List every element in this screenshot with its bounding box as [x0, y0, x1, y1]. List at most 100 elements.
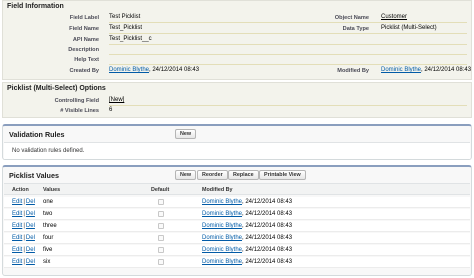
- created-by-date: , 24/12/2014 08:43: [149, 67, 200, 73]
- object-name-link[interactable]: Customer: [381, 14, 407, 20]
- modified-by-cell: Dominic Blythe, 24/12/2014 08:43: [202, 247, 292, 253]
- modified-date: , 24/12/2014 08:43: [242, 199, 293, 205]
- field-label-value: Test Picklist: [109, 14, 141, 20]
- del-link[interactable]: Del: [26, 259, 35, 265]
- table-row: Edit|Del two Dominic Blythe, 24/12/2014 …: [4, 209, 470, 220]
- modified-by-cell: Dominic Blythe, 24/12/2014 08:43: [202, 235, 292, 241]
- field-name-value: Test_Picklist: [109, 25, 143, 31]
- modified-by-date: , 24/12/2014 08:43: [421, 67, 472, 73]
- description-label: Description: [68, 47, 99, 53]
- edit-link[interactable]: Edit: [12, 211, 22, 217]
- field-information-section: Field Information Field Label Test Pickl…: [2, 0, 472, 80]
- modified-by-value: Dominic Blythe, 24/12/2014 08:43: [381, 67, 471, 73]
- del-link[interactable]: Del: [26, 247, 35, 253]
- field-label-label: Field Label: [69, 15, 99, 21]
- edit-link[interactable]: Edit: [12, 235, 22, 241]
- modified-by-cell: Dominic Blythe, 24/12/2014 08:43: [202, 223, 292, 229]
- modified-by-user-link[interactable]: Dominic Blythe: [202, 211, 242, 217]
- edit-link[interactable]: Edit: [12, 247, 22, 253]
- edit-link[interactable]: Edit: [12, 199, 22, 205]
- modified-by-user-link[interactable]: Dominic Blythe: [202, 223, 242, 229]
- modified-by-cell: Dominic Blythe, 24/12/2014 08:43: [202, 259, 292, 265]
- new-value-button[interactable]: New: [175, 170, 197, 180]
- del-link[interactable]: Del: [26, 199, 35, 205]
- object-name-label: Object Name: [334, 15, 369, 21]
- picklist-options-title: Picklist (Multi-Select) Options: [7, 85, 106, 92]
- row-actions: Edit|Del: [12, 259, 35, 265]
- created-by-label: Created By: [69, 68, 99, 74]
- modified-by-user-link[interactable]: Dominic Blythe: [202, 259, 242, 265]
- created-by-user-link[interactable]: Dominic Blythe: [109, 67, 149, 73]
- replace-button[interactable]: Replace: [228, 170, 259, 180]
- row-actions: Edit|Del: [12, 235, 35, 241]
- modified-date: , 24/12/2014 08:43: [242, 259, 293, 265]
- default-checkbox: [158, 259, 164, 265]
- default-checkbox: [158, 235, 164, 241]
- controlling-field-new-link[interactable]: [New]: [109, 97, 124, 103]
- row-actions: Edit|Del: [12, 223, 35, 229]
- modified-by-cell: Dominic Blythe, 24/12/2014 08:43: [202, 211, 292, 217]
- column-header-values: Values: [43, 187, 61, 193]
- picklist-options-section: Picklist (Multi-Select) Options Controll…: [2, 82, 472, 118]
- modified-by-user-link[interactable]: Dominic Blythe: [202, 235, 242, 241]
- edit-link[interactable]: Edit: [12, 259, 22, 265]
- del-link[interactable]: Del: [26, 223, 35, 229]
- column-header-action: Action: [12, 187, 29, 193]
- row-divider: [109, 44, 467, 45]
- modified-date: , 24/12/2014 08:43: [242, 211, 293, 217]
- del-link[interactable]: Del: [26, 211, 35, 217]
- value-cell: one: [43, 199, 54, 205]
- column-header-default: Default: [151, 187, 170, 193]
- help-text-label: Help Text: [74, 57, 99, 63]
- table-row: Edit|Del five Dominic Blythe, 24/12/2014…: [4, 245, 470, 256]
- validation-rules-list: Validation Rules New No validation rules…: [2, 124, 472, 160]
- table-header: Action Values Default Modified By: [4, 183, 470, 195]
- printable-view-button[interactable]: Printable View: [259, 170, 306, 180]
- created-by-value: Dominic Blythe, 24/12/2014 08:43: [109, 67, 199, 73]
- picklist-values-title: Picklist Values: [9, 171, 59, 180]
- picklist-values-list: Picklist Values New Reorder Replace Prin…: [2, 165, 472, 276]
- row-divider: [109, 22, 467, 23]
- row-divider: [109, 54, 467, 55]
- controlling-field-label: Controlling Field: [54, 98, 99, 104]
- row-actions: Edit|Del: [12, 247, 35, 253]
- modified-by-user-link[interactable]: Dominic Blythe: [202, 199, 242, 205]
- value-cell: five: [43, 247, 53, 253]
- modified-by-user-link[interactable]: Dominic Blythe: [202, 247, 242, 253]
- modified-date: , 24/12/2014 08:43: [242, 247, 293, 253]
- row-actions: Edit|Del: [12, 211, 35, 217]
- api-name-label: API Name: [72, 37, 99, 43]
- data-type-value: Picklist (Multi-Select): [381, 25, 437, 31]
- modified-by-cell: Dominic Blythe, 24/12/2014 08:43: [202, 199, 292, 205]
- default-checkbox: [158, 247, 164, 253]
- table-row: Edit|Del one Dominic Blythe, 24/12/2014 …: [4, 197, 470, 208]
- del-link[interactable]: Del: [26, 235, 35, 241]
- modified-date: , 24/12/2014 08:43: [242, 235, 293, 241]
- validation-rules-title: Validation Rules: [9, 130, 65, 139]
- value-cell: four: [43, 235, 54, 241]
- new-validation-rule-button[interactable]: New: [175, 129, 197, 139]
- modified-by-user-link[interactable]: Dominic Blythe: [381, 67, 421, 73]
- column-header-modified-by: Modified By: [202, 187, 233, 193]
- empty-message: No validation rules defined.: [12, 148, 85, 154]
- default-checkbox: [158, 223, 164, 229]
- visible-lines-label: # Visible Lines: [60, 108, 99, 114]
- modified-by-label: Modified By: [337, 68, 369, 74]
- empty-row: No validation rules defined.: [4, 142, 470, 159]
- field-information-title: Field Information: [7, 3, 64, 10]
- reorder-button[interactable]: Reorder: [197, 170, 228, 180]
- modified-date: , 24/12/2014 08:43: [242, 223, 293, 229]
- edit-link[interactable]: Edit: [12, 223, 22, 229]
- api-name-value: Test_Picklist__c: [109, 36, 152, 42]
- row-divider: [109, 105, 467, 106]
- value-cell: three: [43, 223, 57, 229]
- default-checkbox: [158, 199, 164, 205]
- table-row: Edit|Del four Dominic Blythe, 24/12/2014…: [4, 233, 470, 244]
- default-checkbox: [158, 211, 164, 217]
- table-row: Edit|Del three Dominic Blythe, 24/12/201…: [4, 221, 470, 232]
- row-divider: [109, 33, 467, 34]
- table-row: Edit|Del six Dominic Blythe, 24/12/2014 …: [4, 257, 470, 268]
- visible-lines-value: 6: [109, 107, 113, 113]
- value-cell: two: [43, 211, 53, 217]
- data-type-label: Data Type: [342, 26, 369, 32]
